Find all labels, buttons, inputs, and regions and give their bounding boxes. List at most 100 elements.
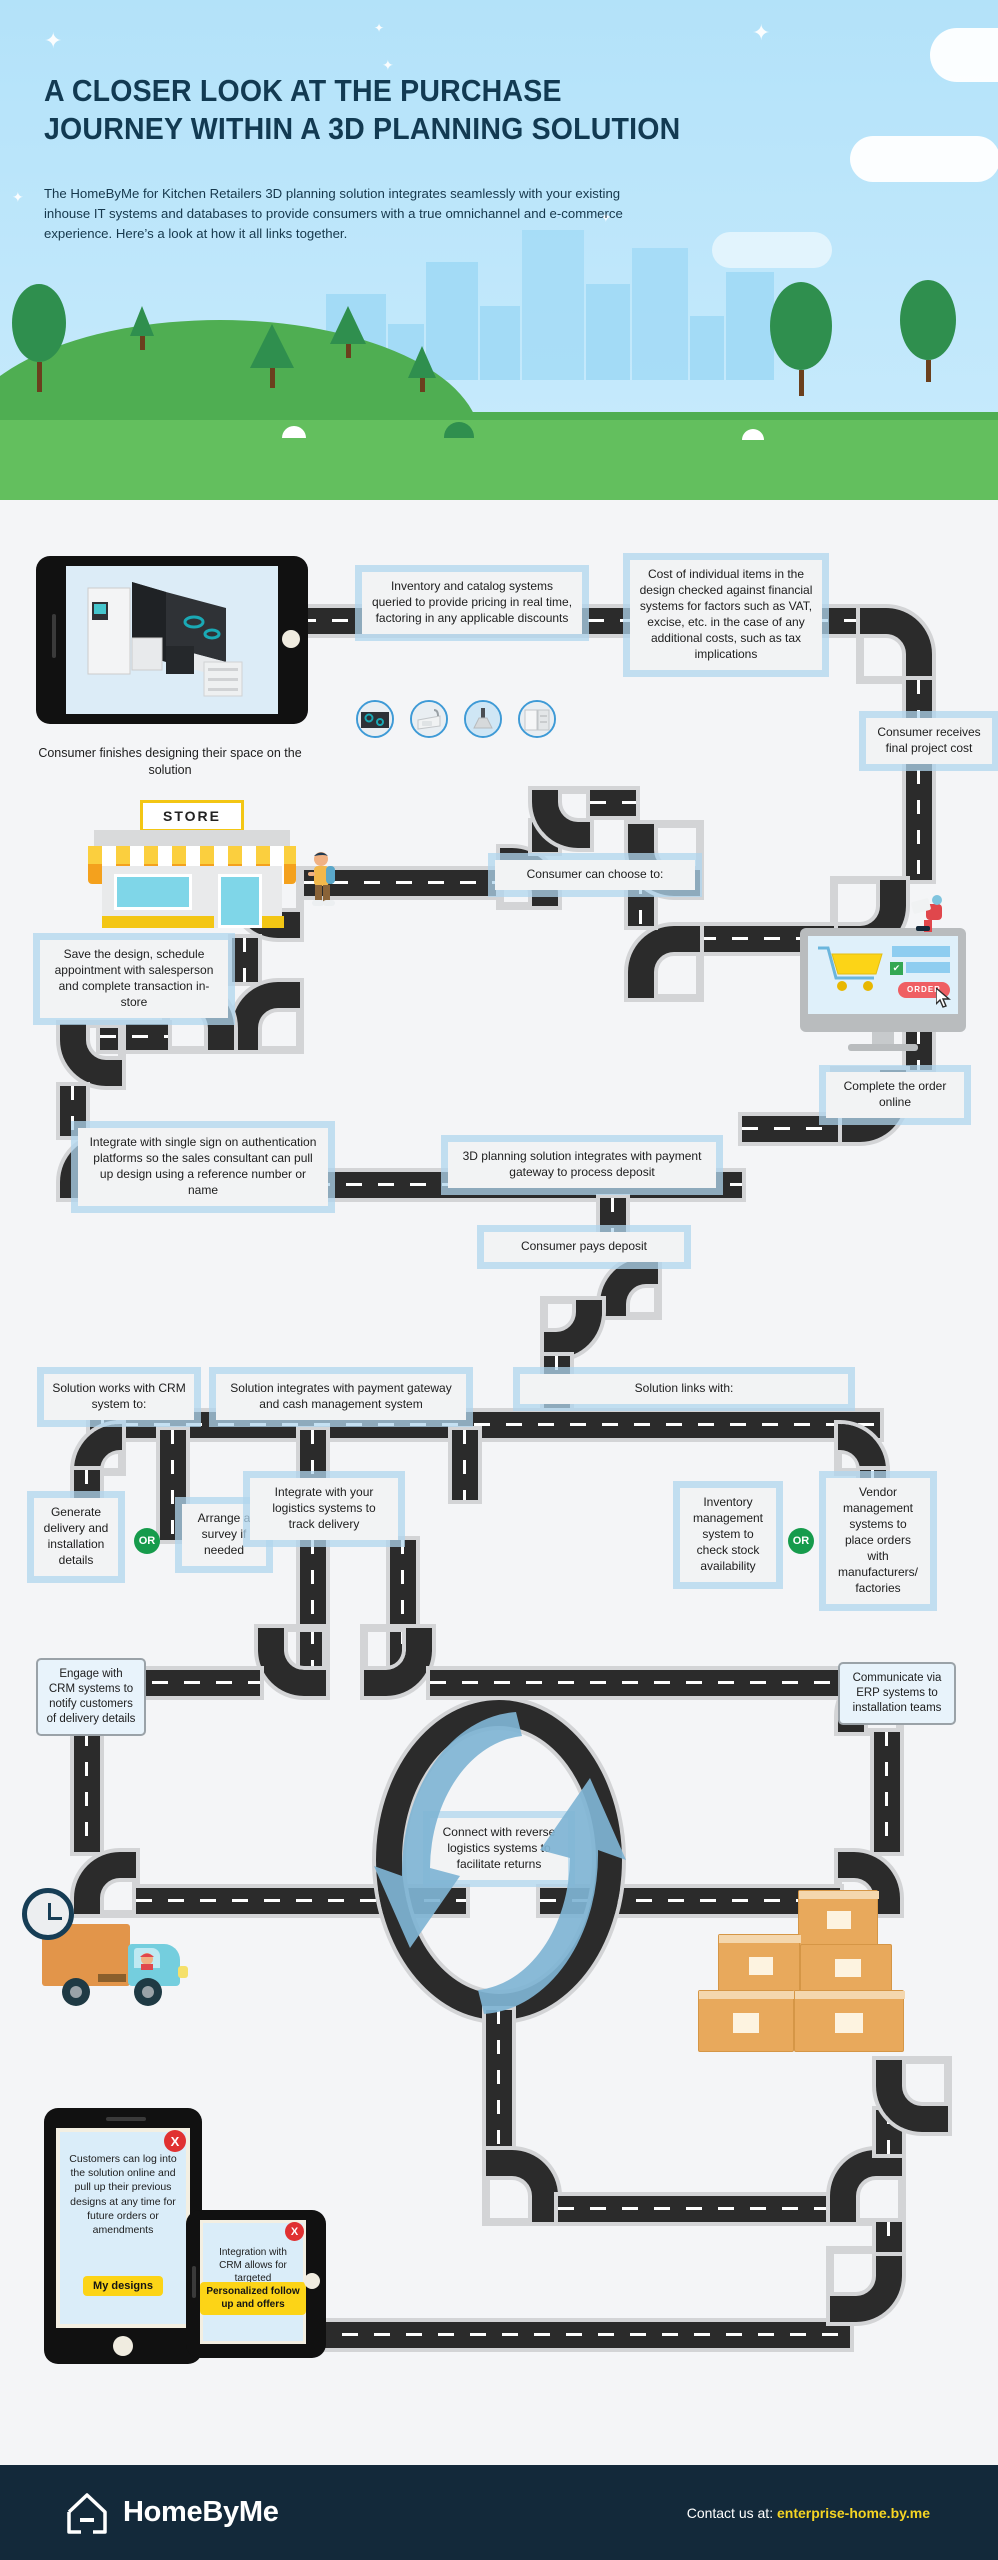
tree-icon [250,324,294,388]
road-segment [452,1430,478,1500]
footer-brand-name: HomeByMe [123,2496,279,2528]
my-designs-tablet: X Customers can log into the solution on… [44,2108,202,2364]
close-icon[interactable]: X [285,2222,304,2241]
tablet-home-button[interactable] [282,630,300,648]
tree-icon [408,346,436,392]
or-badge-links: OR [788,1528,814,1554]
step-complete-order-online: Complete the order online [826,1072,964,1118]
homebyme-logo-icon [67,2492,107,2534]
step-single-sign-on: Integrate with single sign on authentica… [78,1128,328,1206]
step-save-design-instore: Save the design, schedule appointment wi… [40,940,228,1018]
online-order-monitor: ✔ ORDER [800,895,976,1051]
store-base [102,916,214,928]
form-field-bar [892,946,950,957]
tree-icon [330,306,366,358]
circular-return-arrows-icon [374,1712,626,2014]
tablet-screen: X Customers can log into the solution on… [56,2128,190,2328]
step-logistics-tracking: Integrate with your logistics systems to… [250,1478,398,1540]
cursor-icon [936,988,951,1008]
store-roof [94,830,290,846]
close-icon[interactable]: X [164,2130,186,2152]
store-signboard: STORE [140,800,244,832]
tablet-speaker [106,2117,146,2121]
step-consumer-choice: Consumer can choose to: [495,860,695,890]
clock-icon [22,1888,74,1940]
my-designs-button[interactable]: My designs [83,2276,163,2296]
package-label [827,1911,851,1929]
road-segment [74,1732,100,1852]
road-segment [590,790,636,816]
catalog-stove-icon[interactable] [356,700,394,738]
road-segment [232,938,258,982]
step-generate-delivery-details: Generate delivery and installation detai… [34,1498,118,1576]
sparkle-icon: ✦ [44,28,63,53]
road-segment [906,680,932,880]
package-label [749,1957,773,1975]
package-stack-illustration [690,1890,920,2080]
tablet-home-button[interactable] [304,2273,320,2289]
footer-contact: Contact us at: enterprise-home.by.me [687,2505,930,2521]
package-tape [719,1935,801,1943]
tree-icon [12,284,66,392]
road-corner [486,2150,558,2222]
package-box [794,1990,905,2052]
or-badge-crm: OR [134,1528,160,1554]
step-solution-links-with: Solution links with: [520,1374,848,1404]
truck-wheel [134,1978,162,2006]
tablet-caption: Consumer finishes designing their space … [38,746,302,777]
store-door[interactable] [218,874,262,928]
store-base [262,916,284,928]
checkbox-checked-icon[interactable]: ✔ [890,962,903,975]
step-consumer-pays-deposit: Consumer pays deposit [484,1232,684,1262]
tablet-speaker [192,2266,196,2298]
personalized-followup-button[interactable]: Personalized follow up and offers [200,2282,306,2315]
package-label [835,2013,863,2033]
cloud-shape [930,28,998,82]
step-final-project-cost: Consumer receives final project cost [866,718,992,764]
step-inventory-management: Inventory management system to check sto… [680,1488,776,1582]
footer-contact-link[interactable]: enterprise-home.by.me [777,2505,930,2521]
step-payment-gateway-deposit: 3D planning solution integrates with pay… [448,1142,716,1188]
road-corner [830,2150,902,2222]
header-banner: ✦ ✦ ✦ ✦ ✦ ✦ A CLOSER LOOK AT THE PURCHAS… [0,0,998,500]
package-label [835,1959,861,1977]
sparkle-icon: ✦ [382,57,394,73]
shopping-cart-icon [818,946,883,991]
road-corner [544,1300,602,1358]
package-box [798,1890,879,1946]
page-title: A CLOSER LOOK AT THE PURCHASE JOURNEY WIT… [44,73,681,146]
road-segment [874,1732,900,1852]
sign-engage-crm: Engage with CRM systems to notify custom… [36,1658,146,1736]
catalog-sink-icon[interactable] [410,700,448,738]
step-cost-financial-systems: Cost of individual items in the design c… [630,560,822,670]
kitchen-design-illustration [66,566,278,714]
truck-driver-icon [140,1953,154,1970]
monitor-foot [848,1044,918,1051]
person-with-laptop-illustration [911,895,942,932]
tablet-home-button[interactable] [113,2336,133,2356]
tree-icon [130,306,154,350]
sparkle-icon: ✦ [752,20,771,45]
catalog-cabinet-icon[interactable] [518,700,556,738]
package-box [800,1944,892,1992]
tree-icon [900,280,956,382]
step-crm-system: Solution works with CRM system to: [44,1374,194,1420]
footer-contact-prefix: Contact us at: [686,2504,777,2521]
tablet-screen: X Integration with CRM allows for target… [200,2220,306,2344]
truck-headlight [178,1966,188,1978]
road-corner [60,1024,122,1086]
road-corner [232,982,300,1050]
cloud-shape [850,136,998,182]
package-tape [699,1991,795,1999]
footer-bar: HomeByMe Contact us at: enterprise-home.… [0,2465,998,2560]
road-segment [558,2196,830,2222]
store-illustration: STORE [70,800,310,940]
sparkle-icon: ✦ [374,21,385,35]
road-corner [258,1628,326,1696]
step-inventory-catalog: Inventory and catalog systems queried to… [362,572,582,634]
design-tablet-device [36,556,308,724]
store-window [114,874,192,910]
form-field-bar [906,962,950,973]
catalog-hood-icon[interactable] [464,700,502,738]
road-corner [628,926,700,998]
